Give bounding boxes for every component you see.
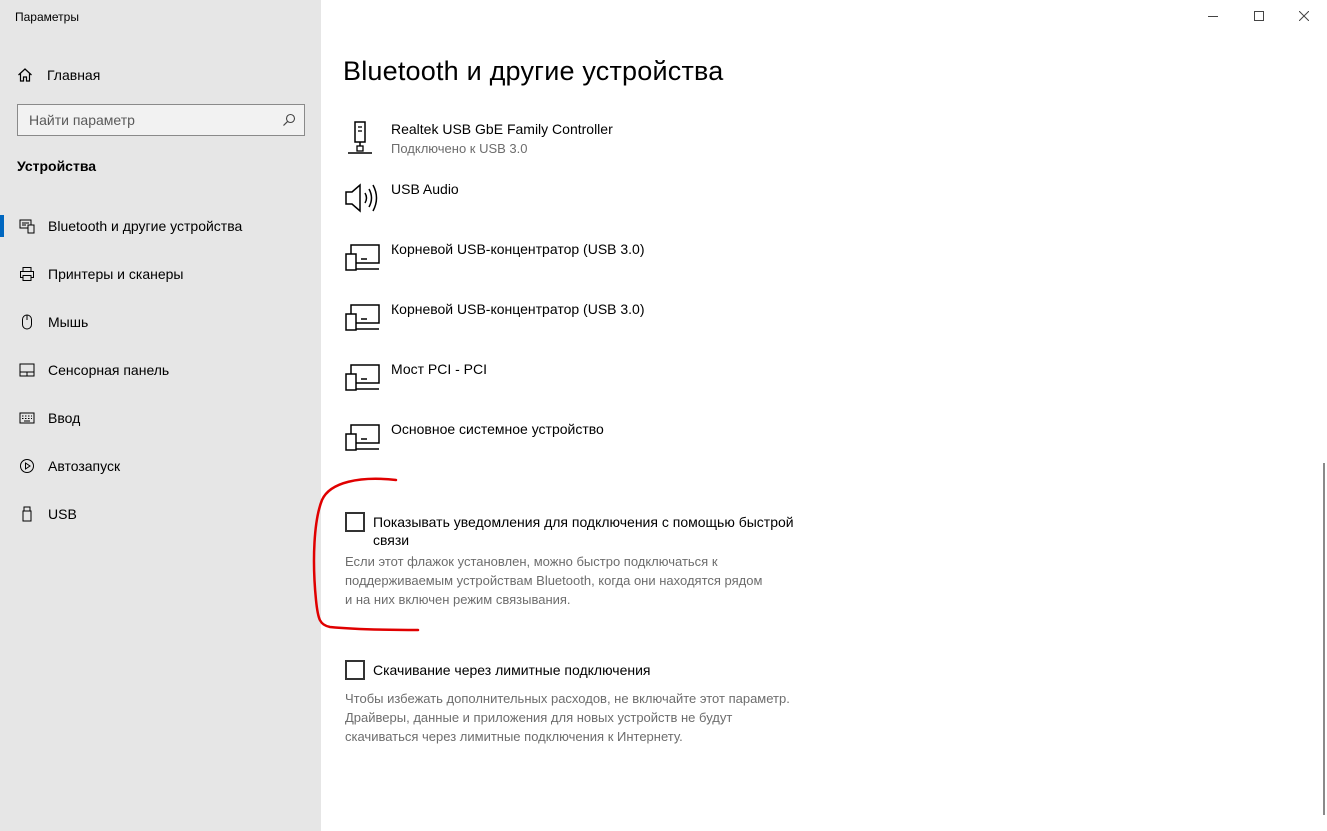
minimize-button[interactable] <box>1190 0 1236 32</box>
usb-icon <box>17 506 37 522</box>
sidebar-item-mouse[interactable]: Мышь <box>0 306 321 338</box>
sidebar-item-label: Bluetooth и другие устройства <box>48 218 243 234</box>
close-icon <box>1299 11 1309 21</box>
autoplay-icon <box>17 458 37 474</box>
device-name: Мост PCI - PCI <box>391 361 488 377</box>
sidebar: Параметры Главная Устройства Bluetooth и… <box>0 0 321 831</box>
printer-icon <box>17 266 37 282</box>
page-title: Bluetooth и другие устройства <box>343 56 724 86</box>
generic-device-icon <box>345 244 380 271</box>
metered-download-description: Чтобы избежать дополнительных расходов, … <box>345 691 790 744</box>
active-indicator <box>0 215 4 237</box>
scrollbar[interactable] <box>1323 463 1325 815</box>
search-box[interactable] <box>17 104 305 136</box>
search-input[interactable] <box>18 105 279 135</box>
bluetooth-devices-icon <box>17 218 37 234</box>
sidebar-item-typing[interactable]: Ввод <box>0 402 321 434</box>
sidebar-item-label: Ввод <box>48 410 81 426</box>
section-title: Устройства <box>17 158 97 174</box>
minimize-icon <box>1208 16 1218 17</box>
home-label: Главная <box>47 67 101 83</box>
metered-download-checkbox[interactable] <box>345 660 365 680</box>
network-adapter-icon <box>348 121 372 154</box>
sidebar-item-label: Мышь <box>48 314 89 330</box>
maximize-button[interactable] <box>1236 0 1282 32</box>
touchpad-icon <box>17 363 37 377</box>
home-button[interactable]: Главная <box>17 64 100 86</box>
swift-pair-label[interactable]: Показывать уведомления для подключения с… <box>373 513 823 549</box>
maximize-icon <box>1254 11 1264 21</box>
device-name: Основное системное устройство <box>391 421 604 437</box>
sidebar-item-label: Сенсорная панель <box>48 362 170 378</box>
device-name: Корневой USB-концентратор (USB 3.0) <box>391 301 645 317</box>
sidebar-item-label: Автозапуск <box>48 458 121 474</box>
sidebar-item-usb[interactable]: USB <box>0 498 321 530</box>
window-title: Параметры <box>15 10 79 24</box>
sidebar-item-bluetooth[interactable]: Bluetooth и другие устройства <box>0 210 321 242</box>
sidebar-item-printers[interactable]: Принтеры и сканеры <box>0 258 321 290</box>
generic-device-icon <box>345 364 380 391</box>
device-name: Корневой USB-концентратор (USB 3.0) <box>391 241 645 257</box>
sidebar-item-touchpad[interactable]: Сенсорная панель <box>0 354 321 386</box>
keyboard-icon <box>17 412 37 424</box>
red-annotation-mark <box>312 477 420 632</box>
search-icon[interactable] <box>282 113 296 132</box>
speaker-icon <box>345 183 378 213</box>
sidebar-item-label: USB <box>48 506 77 522</box>
generic-device-icon <box>345 304 380 331</box>
metered-download-label[interactable]: Скачивание через лимитные подключения <box>373 661 823 679</box>
sidebar-item-label: Принтеры и сканеры <box>48 266 184 282</box>
mouse-icon <box>17 314 37 330</box>
device-name: USB Audio <box>391 181 459 197</box>
device-name: Realtek USB GbE Family Controller <box>391 121 613 137</box>
sidebar-item-autoplay[interactable]: Автозапуск <box>0 450 321 482</box>
device-status: Подключено к USB 3.0 <box>391 141 528 156</box>
generic-device-icon <box>345 424 380 451</box>
home-icon <box>18 68 32 82</box>
close-button[interactable] <box>1281 0 1327 32</box>
